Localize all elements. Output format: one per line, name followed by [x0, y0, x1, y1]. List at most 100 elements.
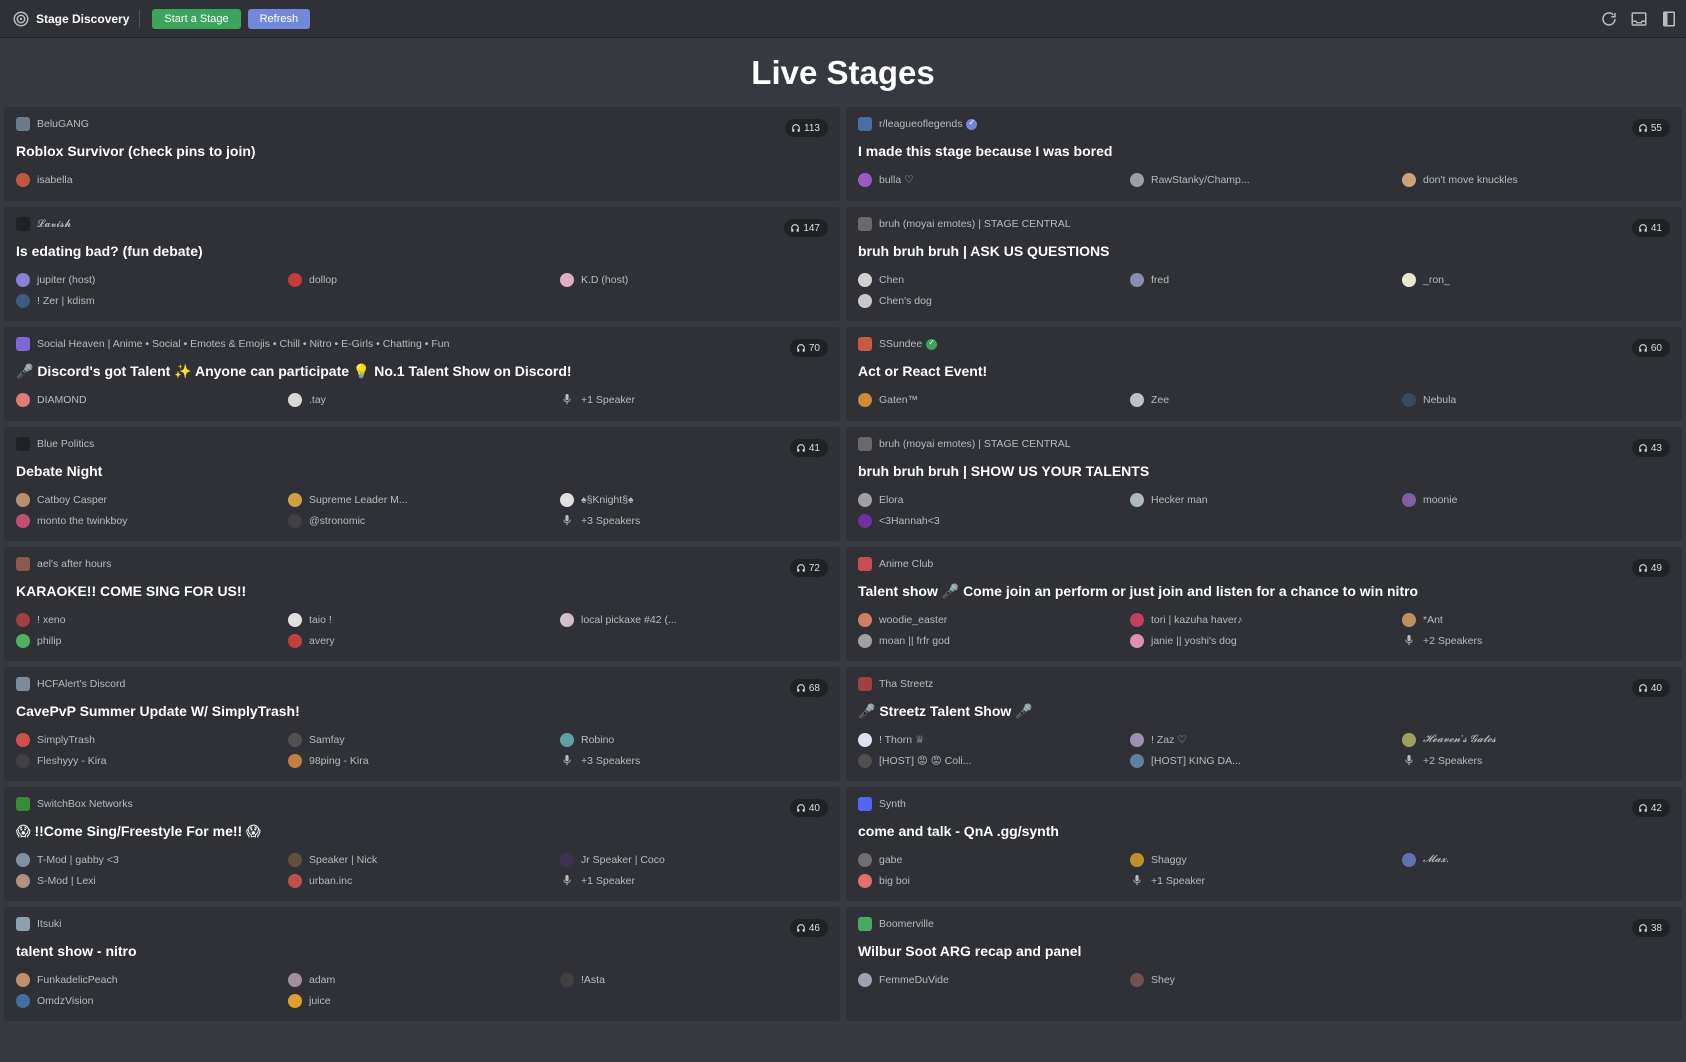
inbox-icon[interactable] — [1630, 10, 1648, 28]
guild-icon — [858, 917, 872, 931]
speaker-list: FunkadelicPeach adam !Asta OmdzVision juice — [16, 969, 828, 1011]
guild-icon — [16, 917, 30, 931]
stage-card[interactable]: SSundee 60 Act or React Event! Gaten™ Zee Neb… — [846, 327, 1682, 421]
avatar — [288, 852, 302, 867]
microphone-icon — [560, 393, 574, 407]
top-bar: Stage Discovery Start a Stage Refresh — [0, 0, 1686, 38]
guild-name: HCFAlert's Discord — [37, 678, 126, 690]
speaker-item: [HOST] 😡 😡 Coli... — [858, 750, 1130, 771]
speaker-name: woodie_easter — [879, 613, 948, 626]
guild-icon — [16, 117, 30, 131]
listener-count: 70 — [808, 342, 820, 354]
speaker-item: SimplyTrash — [16, 729, 288, 750]
avatar — [16, 492, 30, 507]
avatar — [560, 272, 574, 287]
avatar — [1130, 272, 1144, 287]
avatar — [560, 972, 574, 987]
help-icon[interactable] — [1660, 10, 1678, 28]
speaker-item: Chen — [858, 269, 1130, 290]
listener-count: 147 — [803, 222, 820, 234]
stage-topic: 🎤 Discord's got Talent ✨ Anyone can part… — [16, 363, 572, 379]
avatar — [1130, 612, 1144, 627]
listener-count: 41 — [808, 442, 820, 454]
stage-card[interactable]: Itsuki 46 talent show - nitro FunkadelicPea… — [4, 907, 840, 1021]
avatar — [858, 492, 872, 507]
stage-card[interactable]: BeluGANG 113 Roblox Survivor (check pins t… — [4, 107, 840, 201]
avatar — [288, 492, 302, 507]
stage-topic: Wilbur Soot ARG recap and panel — [858, 943, 1082, 959]
avatar — [1402, 732, 1416, 747]
card-header: bruh (moyai emotes) | STAGE CENTRAL — [858, 217, 1670, 231]
speaker-name: T-Mod | gabby <3 — [37, 853, 119, 866]
avatar — [1130, 852, 1144, 867]
stage-card[interactable]: bruh (moyai emotes) | STAGE CENTRAL 43 bru… — [846, 427, 1682, 541]
speaker-name: Samfay — [309, 733, 345, 746]
speaker-name: [HOST] 😡 😡 Coli... — [879, 754, 972, 767]
stage-card[interactable]: 𝓛𝓪𝓿𝓲𝓼𝓱 147 Is edating bad? (fun debate) jup… — [4, 207, 840, 321]
guild-icon — [858, 797, 872, 811]
avatar — [1130, 753, 1144, 768]
avatar — [858, 852, 872, 867]
listener-count: 40 — [808, 802, 820, 814]
avatar — [858, 633, 872, 648]
headphones-icon — [1638, 343, 1648, 353]
speaker-item: gabe — [858, 849, 1130, 870]
speaker-name: bulla ♡ — [879, 173, 914, 186]
speaker-item: Shey — [1130, 969, 1402, 990]
speaker-name: +1 Speaker — [1151, 874, 1205, 887]
speaker-name: adam — [309, 973, 336, 986]
stage-card[interactable]: r/leagueoflegends 55 I made this stage bec… — [846, 107, 1682, 201]
refresh-button[interactable]: Refresh — [247, 8, 311, 29]
headphones-icon — [1638, 923, 1648, 933]
guild-name: Itsuki — [37, 918, 62, 930]
toolbar-divider — [139, 9, 141, 28]
stage-card[interactable]: Anime Club 49 Talent show 🎤 Come join an p… — [846, 547, 1682, 661]
stage-card[interactable]: Boomerville 38 Wilbur Soot ARG recap and p… — [846, 907, 1682, 1021]
speaker-item: big boi — [858, 870, 1130, 891]
avatar — [16, 852, 30, 867]
stage-card[interactable]: ael's after hours 72 KARAOKE!! COME SING F… — [4, 547, 840, 661]
guild-name: 𝓛𝓪𝓿𝓲𝓼𝓱 — [37, 217, 72, 230]
avatar — [288, 873, 302, 888]
speaker-item: Nebula — [1402, 389, 1674, 410]
listener-count: 38 — [1650, 922, 1662, 934]
speaker-item: jupiter (host) — [16, 269, 288, 290]
stage-card[interactable]: Social Heaven | Anime • Social • Emotes … — [4, 327, 840, 421]
speaker-name: +2 Speakers — [1423, 634, 1483, 647]
stage-card[interactable]: Synth 42 come and talk - QnA .gg/synth gabe… — [846, 787, 1682, 901]
stage-grid: BeluGANG 113 Roblox Survivor (check pins t… — [4, 107, 1682, 1021]
listener-count: 40 — [1650, 682, 1662, 694]
stage-card[interactable]: HCFAlert's Discord 68 CavePvP Summer Updat… — [4, 667, 840, 781]
listener-count-badge: 68 — [789, 679, 828, 697]
listener-count-badge: 60 — [1631, 339, 1670, 357]
speaker-item: Catboy Casper — [16, 489, 288, 510]
stage-card[interactable]: bruh (moyai emotes) | STAGE CENTRAL 41 bru… — [846, 207, 1682, 321]
avatar — [560, 612, 574, 627]
guild-icon — [858, 557, 872, 571]
listener-count: 41 — [1650, 222, 1662, 234]
speaker-list: isabella — [16, 169, 828, 190]
refresh-icon[interactable] — [1600, 10, 1618, 28]
speaker-name: taio ! — [309, 613, 332, 626]
speaker-list: jupiter (host) dollop K.D (host) ! Zer | kd… — [16, 269, 828, 311]
avatar — [16, 612, 30, 627]
guild-icon — [16, 217, 30, 231]
guild-name: Boomerville — [879, 918, 934, 930]
stage-card[interactable]: SwitchBox Networks 40 😱 !!Come Sing/Freest… — [4, 787, 840, 901]
card-header: 𝓛𝓪𝓿𝓲𝓼𝓱 — [16, 217, 828, 231]
speaker-name: ! Zaz ♡ — [1151, 733, 1187, 746]
speaker-name: jupiter (host) — [37, 273, 96, 286]
start-stage-button[interactable]: Start a Stage — [152, 8, 241, 29]
guild-icon — [16, 797, 30, 811]
speaker-name: +2 Speakers — [1423, 754, 1483, 767]
card-header: Synth — [858, 797, 1670, 811]
stage-topic: Talent show 🎤 Come join an perform or ju… — [858, 583, 1419, 599]
speaker-item: Speaker | Nick — [288, 849, 560, 870]
stage-card[interactable]: Blue Politics 41 Debate Night Catboy Casper… — [4, 427, 840, 541]
guild-name: bruh (moyai emotes) | STAGE CENTRAL — [879, 218, 1071, 230]
listener-count: 72 — [808, 562, 820, 574]
listener-count: 68 — [808, 682, 820, 694]
listener-count: 60 — [1650, 342, 1662, 354]
stage-card[interactable]: Tha Streetz 40 🎤 Streetz Talent Show 🎤 ! Th… — [846, 667, 1682, 781]
guild-icon — [16, 557, 30, 571]
